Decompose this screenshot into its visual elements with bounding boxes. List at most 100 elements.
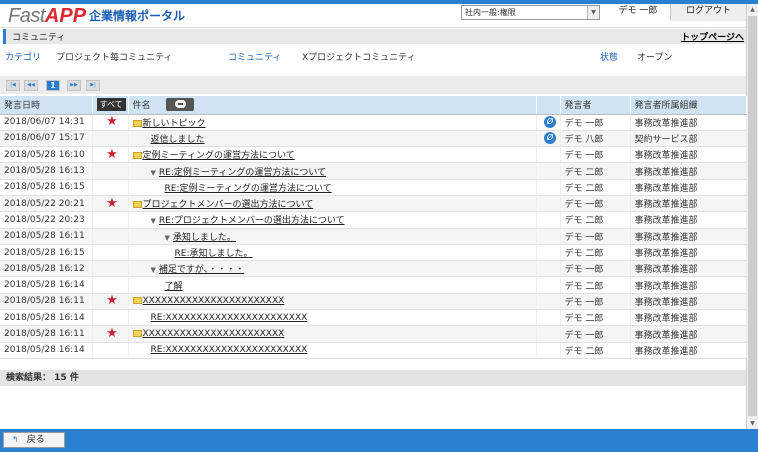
table-row[interactable]: 2018/05/22 20:21 ★ プロジェクトメンバーの選出方法について デモ 一… — [0, 195, 747, 213]
table-row[interactable]: 2018/05/28 16:12 ▼ 補足ですが、・・・・ デモ 一郎 事務改革推進部 — [0, 260, 747, 278]
topic-link[interactable]: 了解 — [165, 282, 183, 292]
col-attach-header — [536, 96, 561, 115]
row-speaker: デモ 一郎 — [560, 146, 631, 164]
scroll-up-icon[interactable]: ▲ — [747, 4, 758, 15]
topic-link[interactable]: RE:定例ミーティングの運営方法について — [165, 184, 332, 194]
topic-link[interactable]: 定例ミーティングの運営方法について — [143, 151, 295, 161]
row-org: 事務改革推進部 — [630, 342, 747, 359]
row-org: 事務改革推進部 — [630, 309, 747, 327]
table-row[interactable]: 2018/05/28 16:11 ★ XXXXXXXXXXXXXXXXXXXXXXX… — [0, 325, 747, 343]
topic-link[interactable]: RE:プロジェクトメンバーの選出方法について — [159, 216, 345, 226]
table-row[interactable]: 2018/05/28 16:14 RE:XXXXXXXXXXXXXXXXXXXXX… — [0, 342, 747, 359]
table-row[interactable]: 2018/05/22 20:23 ▼ RE:プロジェクトメンバーの選出方法について デ… — [0, 211, 747, 229]
row-org-text: 事務改革推進部 — [634, 265, 698, 276]
star-icon: ★ — [106, 293, 118, 309]
row-star-cell — [92, 244, 129, 262]
back-label: 戻る — [26, 435, 45, 445]
row-speaker: デモ 一郎 — [560, 228, 631, 245]
row-subject-cell: RE:定例ミーティングの運営方法について — [128, 179, 537, 196]
row-star-cell: ★ — [92, 114, 129, 131]
topic-link[interactable]: 補足ですが、・・・・ — [159, 265, 244, 275]
comment-toggle-button[interactable] — [165, 98, 194, 111]
row-speaker: デモ 二郎 — [560, 309, 631, 327]
attachment-icon[interactable]: Ø — [544, 132, 556, 145]
row-attach-cell — [536, 276, 561, 294]
table-row[interactable]: 2018/05/28 16:11 ★ XXXXXXXXXXXXXXXXXXXXXXX… — [0, 293, 747, 311]
row-subject-cell: ▼ 承知しました。 — [128, 228, 537, 245]
logout-button[interactable]: ログアウト — [670, 4, 746, 21]
page-number-button[interactable]: 1 — [46, 80, 60, 91]
topic-link[interactable]: 承知しました。 — [173, 233, 236, 243]
status-label: 状態 — [600, 53, 619, 63]
result-label: 検索結果： — [6, 373, 52, 383]
topic-link[interactable]: XXXXXXXXXXXXXXXXXXXXXXX — [143, 296, 285, 306]
table-row[interactable]: 2018/05/28 16:10 ★ 定例ミーティングの運営方法について デモ 一郎 事… — [0, 146, 747, 164]
topic-link[interactable]: RE:定例ミーティングの運営方法について — [159, 168, 326, 178]
user-name: デモ 一郎 — [618, 6, 658, 16]
table-row[interactable]: 2018/05/28 16:15 RE:定例ミーティングの運営方法について デモ 二… — [0, 179, 747, 196]
topic-link[interactable]: XXXXXXXXXXXXXXXXXXXXXXX — [143, 329, 285, 339]
prev-page-button[interactable]: ◀◀ — [24, 80, 38, 91]
row-subject-cell: プロジェクトメンバーの選出方法について — [128, 195, 537, 213]
topic-link[interactable]: 新しいトピック — [143, 119, 206, 129]
app-header: FastAPP 企業情報ポータル 社内一般:権限 ▼ デモ 一郎 ログアウト — [0, 4, 746, 28]
row-attach-cell — [536, 162, 561, 180]
row-attach-cell — [536, 146, 561, 164]
col-speaker-header[interactable]: 発言者 — [560, 96, 631, 115]
row-speaker-text: デモ 一郎 — [564, 232, 604, 243]
table-row[interactable]: 2018/05/28 16:15 RE:承知しました。 デモ 二郎 事務改革推進部 — [0, 244, 747, 262]
row-date-text: 2018/05/28 16:14 — [4, 345, 85, 356]
thread-collapse-icon[interactable]: ▼ — [165, 234, 170, 242]
thread-collapse-icon[interactable]: ▼ — [151, 217, 156, 225]
vertical-scrollbar[interactable]: ▲ ▼ — [746, 4, 758, 429]
row-org-text: 事務改革推進部 — [634, 167, 698, 178]
show-all-button[interactable]: すべて — [96, 98, 126, 112]
topic-link[interactable]: プロジェクトメンバーの選出方法について — [143, 200, 314, 210]
arrow-left-icon: ↰ — [12, 435, 19, 444]
scroll-down-icon[interactable]: ▼ — [747, 418, 758, 429]
row-speaker-text: デモ 二郎 — [564, 216, 604, 227]
col-org-header[interactable]: 発言者所属組織 — [630, 96, 747, 115]
table-row[interactable]: 2018/06/07 15:17 返信しました Ø デモ 八郎 契約サービス部 — [0, 130, 747, 148]
first-page-button[interactable]: |◀ — [6, 80, 20, 91]
row-speaker-text: デモ 二郎 — [564, 183, 604, 194]
topic-link[interactable]: RE:XXXXXXXXXXXXXXXXXXXXXXX — [151, 345, 308, 355]
top-page-link[interactable]: トップページへ — [681, 30, 744, 43]
thread-collapse-icon[interactable]: ▼ — [151, 266, 156, 274]
footer-bar: ↰ 戻る — [0, 429, 758, 452]
row-subject-cell: RE:承知しました。 — [128, 244, 537, 262]
last-page-button[interactable]: ▶| — [86, 80, 100, 91]
thread-collapse-icon[interactable]: ▼ — [151, 169, 156, 177]
permission-select[interactable]: 社内一般:権限 ▼ — [461, 5, 600, 20]
topic-link[interactable]: RE:XXXXXXXXXXXXXXXXXXXXXXX — [151, 313, 308, 323]
back-button[interactable]: ↰ 戻る — [3, 432, 65, 448]
row-speaker: デモ 二郎 — [560, 276, 631, 294]
table-row[interactable]: 2018/05/28 16:14 了解 デモ 二郎 事務改革推進部 — [0, 276, 747, 294]
table-row[interactable]: 2018/05/28 16:14 RE:XXXXXXXXXXXXXXXXXXXXX… — [0, 309, 747, 327]
row-star-cell — [92, 228, 129, 245]
row-attach-cell: Ø — [536, 114, 561, 131]
row-org-text: 事務改革推進部 — [634, 151, 698, 162]
row-speaker: デモ 二郎 — [560, 179, 631, 196]
col-date-header[interactable]: 発言日時 — [0, 96, 93, 115]
row-star-cell: ★ — [92, 325, 129, 343]
row-star-cell: ★ — [92, 146, 129, 164]
row-org-text: 事務改革推進部 — [634, 232, 698, 243]
next-page-button[interactable]: ▶▶ — [67, 80, 81, 91]
app-logo[interactable]: FastAPP 企業情報ポータル — [8, 5, 185, 27]
pagination: |◀ ◀◀ 1 ▶▶ ▶| — [0, 76, 746, 94]
table-row[interactable]: 2018/06/07 14:31 ★ 新しいトピック Ø デモ 一郎 事務改革推進部 — [0, 114, 747, 131]
topic-link[interactable]: RE:承知しました。 — [175, 249, 253, 259]
topic-link[interactable]: 返信しました — [151, 135, 205, 145]
table-row[interactable]: 2018/05/28 16:13 ▼ RE:定例ミーティングの運営方法について デモ … — [0, 162, 747, 180]
row-date: 2018/05/28 16:11 — [0, 325, 93, 343]
community-label: コミュニティ — [228, 53, 282, 63]
attachment-icon[interactable]: Ø — [544, 116, 556, 129]
row-speaker-text: デモ 一郎 — [564, 151, 604, 162]
row-star-cell — [92, 179, 129, 196]
col-subject-label: 件名 — [132, 101, 151, 112]
scrollbar-thumb[interactable] — [748, 16, 757, 416]
row-speaker-text: デモ 二郎 — [564, 314, 604, 325]
table-row[interactable]: 2018/05/28 16:11 ▼ 承知しました。 デモ 一郎 事務改革推進部 — [0, 228, 747, 245]
chevron-down-icon[interactable]: ▼ — [587, 6, 599, 19]
